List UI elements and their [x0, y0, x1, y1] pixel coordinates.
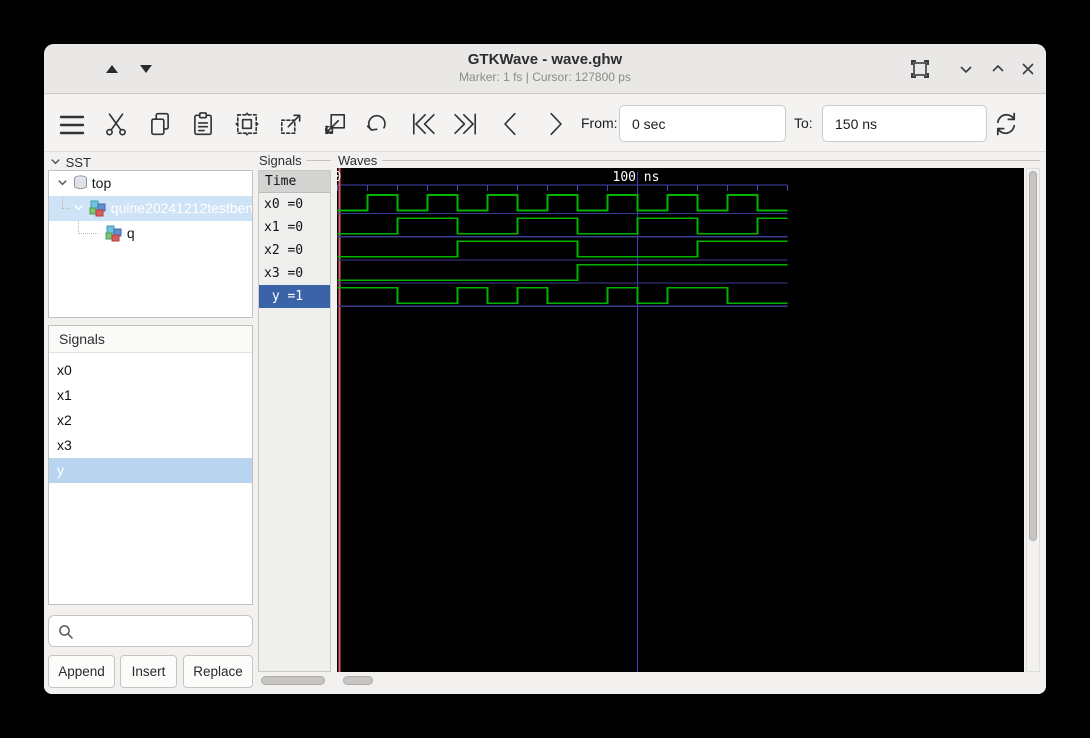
- zoom-out-icon[interactable]: [322, 111, 348, 137]
- wave-signal-value-row[interactable]: x1 =0: [259, 216, 330, 239]
- tree-label: quine20241212testbench: [111, 200, 252, 216]
- copy-icon[interactable]: [147, 111, 173, 137]
- waves-vscrollbar[interactable]: [1026, 168, 1040, 672]
- signal-search-input[interactable]: [79, 617, 249, 645]
- signal-value-column: Time x0 =0 x1 =0 x2 =0 x3 =0 y =1: [258, 170, 331, 672]
- insert-button[interactable]: Insert: [120, 655, 177, 688]
- undo-icon[interactable]: [365, 111, 391, 137]
- from-label: From:: [581, 95, 618, 152]
- toolbar: From: To:: [44, 95, 1046, 152]
- tree-label: top: [92, 175, 111, 191]
- sst-expander-icon[interactable]: [50, 155, 62, 167]
- signals-panel: Signals x0 x1 x2 x3 y: [48, 325, 253, 605]
- wave-signal-value-row[interactable]: x0 =0: [259, 193, 330, 216]
- wave-signal-value-row[interactable]: y =1: [259, 285, 330, 308]
- zoom-fit-icon[interactable]: [234, 111, 260, 137]
- search-icon: [58, 624, 74, 640]
- to-label: To:: [794, 95, 813, 152]
- wave-signal-value-row[interactable]: x2 =0: [259, 239, 330, 262]
- signal-item-x0[interactable]: x0: [49, 358, 252, 383]
- to-input[interactable]: [822, 105, 987, 142]
- maximize-icon[interactable]: [988, 59, 1008, 79]
- step-back-icon[interactable]: [498, 111, 524, 137]
- time-header[interactable]: Time: [259, 171, 330, 193]
- expander-icon[interactable]: [73, 196, 85, 208]
- signal-column-hscrollbar[interactable]: [258, 674, 331, 688]
- signal-column-label: Signals: [259, 153, 302, 168]
- signal-item-y[interactable]: y: [49, 458, 252, 483]
- svg-text:0: 0: [337, 170, 341, 185]
- close-icon[interactable]: [1018, 59, 1038, 79]
- marker-cursor-status: Marker: 1 fs | Cursor: 127800 ps: [44, 70, 1046, 84]
- from-input[interactable]: [619, 105, 786, 142]
- signal-search: [48, 615, 253, 647]
- sst-header[interactable]: SST: [50, 155, 91, 170]
- sst-label: SST: [66, 155, 91, 170]
- minimize-icon[interactable]: [956, 59, 976, 79]
- reload-icon[interactable]: [992, 110, 1020, 138]
- tree-row-q[interactable]: q: [49, 221, 252, 246]
- svg-text:100 ns: 100 ns: [613, 170, 660, 185]
- wave-signal-value-row[interactable]: x3 =0: [259, 262, 330, 285]
- sst-tree: top quine20241212testbench q: [48, 170, 253, 318]
- fit-window-icon[interactable]: [910, 59, 930, 79]
- menu-icon[interactable]: [56, 112, 88, 138]
- tree-row-top[interactable]: top: [49, 171, 252, 196]
- titlebar: GTKWave - wave.ghw Marker: 1 fs | Cursor…: [44, 44, 1046, 94]
- signal-item-x2[interactable]: x2: [49, 408, 252, 433]
- gtkwave-window: GTKWave - wave.ghw Marker: 1 fs | Cursor…: [44, 44, 1046, 694]
- waveform-canvas[interactable]: 0 100 ns: [337, 168, 1024, 672]
- waveform-svg: 0 100 ns: [337, 168, 1024, 672]
- skip-to-end-icon[interactable]: [453, 111, 479, 137]
- tree-label: q: [127, 225, 135, 241]
- zoom-in-icon[interactable]: [278, 111, 304, 137]
- step-forward-icon[interactable]: [542, 111, 568, 137]
- expander-icon[interactable]: [57, 171, 69, 183]
- module-icon: [89, 200, 107, 217]
- signal-item-x3[interactable]: x3: [49, 433, 252, 458]
- append-button[interactable]: Append: [48, 655, 115, 688]
- skip-to-start-icon[interactable]: [410, 111, 436, 137]
- tree-row-testbench[interactable]: quine20241212testbench: [49, 196, 252, 221]
- waves-label: Waves: [338, 153, 377, 168]
- module-icon: [105, 225, 123, 242]
- paste-icon[interactable]: [190, 111, 216, 137]
- signal-item-x1[interactable]: x1: [49, 383, 252, 408]
- waves-hscrollbar[interactable]: [337, 674, 1024, 688]
- window-title: GTKWave - wave.ghw: [44, 51, 1046, 68]
- signals-panel-header: Signals: [49, 326, 252, 353]
- signals-list: x0 x1 x2 x3 y: [49, 353, 252, 483]
- replace-button[interactable]: Replace: [183, 655, 253, 688]
- hierarchy-root-icon: [73, 175, 88, 191]
- cut-icon[interactable]: [103, 111, 129, 137]
- main-content: SST top quine20241212testbench q: [44, 152, 1046, 694]
